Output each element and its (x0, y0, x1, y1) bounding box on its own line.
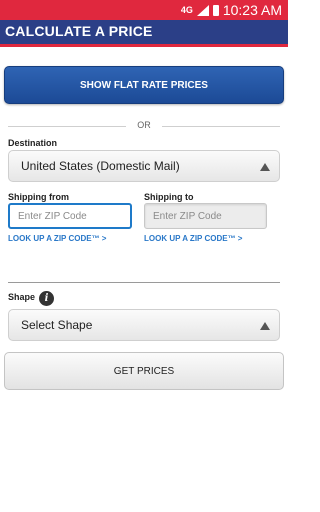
page-title: CALCULATE A PRICE (5, 23, 153, 39)
shipping-from-lookup-zip-link[interactable]: LOOK UP A ZIP CODE™ > (8, 234, 106, 243)
dropdown-arrow-icon (260, 322, 270, 330)
shipping-from-label: Shipping from (8, 192, 69, 202)
or-divider: OR (8, 120, 280, 132)
status-bar: 4G 10:23 AM (0, 0, 288, 20)
shipping-from-zip-input[interactable] (8, 203, 132, 229)
signal-icon (196, 4, 209, 16)
or-text: OR (137, 120, 151, 130)
shipping-to-label: Shipping to (144, 192, 194, 202)
shape-value: Select Shape (21, 318, 93, 332)
destination-label: Destination (8, 138, 58, 148)
status-icons: 4G 10:23 AM (181, 2, 282, 18)
network-type: 4G (180, 5, 193, 15)
info-icon[interactable]: i (39, 291, 54, 306)
shipping-to-zip-input[interactable] (144, 203, 267, 229)
show-flat-rate-prices-button[interactable]: SHOW FLAT RATE PRICES (4, 66, 284, 104)
dropdown-arrow-icon (260, 163, 270, 171)
status-time: 10:23 AM (222, 2, 282, 18)
shipping-to-lookup-zip-link[interactable]: LOOK UP A ZIP CODE™ > (144, 234, 242, 243)
get-prices-button[interactable]: GET PRICES (4, 352, 284, 390)
destination-select[interactable]: United States (Domestic Mail) (8, 150, 280, 182)
destination-value: United States (Domestic Mail) (21, 159, 180, 173)
shape-select[interactable]: Select Shape (8, 309, 280, 341)
divider-line-right (162, 126, 280, 127)
section-divider (8, 282, 280, 283)
app-header: CALCULATE A PRICE (0, 20, 288, 47)
shape-label: Shape (8, 292, 36, 302)
battery-icon (212, 4, 219, 16)
